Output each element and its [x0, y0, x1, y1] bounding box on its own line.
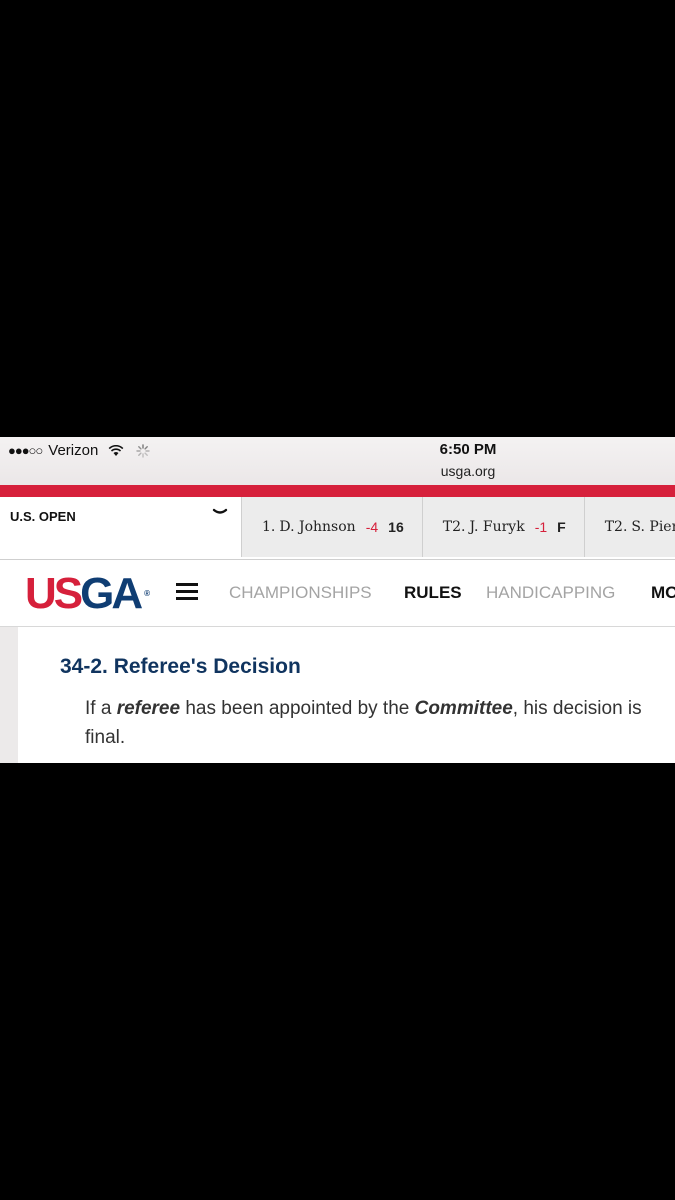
- usga-logo[interactable]: USGA ®: [25, 572, 150, 616]
- player-name: S. Piercy: [631, 519, 675, 535]
- player-position: T2.: [604, 519, 628, 535]
- status-bar: ●●●○○ Verizon 6:50 PM usga.org: [0, 437, 675, 485]
- player-name: D. Johnson: [279, 519, 356, 535]
- rule-body: If a referee has been appointed by the C…: [85, 694, 655, 752]
- event-name: U.S. OPEN: [10, 509, 76, 524]
- hamburger-menu-icon[interactable]: [176, 583, 198, 601]
- leaderboard-list: 1. D. Johnson -4 16 T2. J. Furyk -1 F T2…: [241, 497, 675, 559]
- player-thru: F: [557, 519, 566, 535]
- rule-content: 34-2. Referee's Decision If a referee ha…: [0, 627, 675, 763]
- nav-championships[interactable]: CHAMPIONSHIPS: [229, 583, 372, 603]
- chevron-down-icon: [212, 508, 228, 514]
- rule-text-b: has been appointed by the: [180, 698, 415, 719]
- main-navigation: USGA ® CHAMPIONSHIPS RULES HANDICAPPING M…: [0, 560, 675, 627]
- player-position: 1.: [262, 519, 276, 535]
- rule-heading: 34-2. Referee's Decision: [60, 655, 301, 678]
- rule-text-a: If a: [85, 698, 117, 719]
- brand-accent-bar: [0, 485, 675, 497]
- nav-more[interactable]: MO: [651, 583, 675, 603]
- leaderboard-entry[interactable]: T2. S. Piercy -1: [583, 497, 675, 557]
- player-to-par: -1: [534, 519, 548, 535]
- leaderboard-entry[interactable]: T2. J. Furyk -1 F: [421, 497, 584, 557]
- player-to-par: -4: [365, 519, 379, 535]
- browser-screenshot: ●●●○○ Verizon 6:50 PM usga.org U.S. OPEN…: [0, 437, 675, 763]
- player-name: J. Furyk: [469, 519, 525, 535]
- content-side-rail: [0, 627, 18, 763]
- logo-text-blue: GA: [80, 569, 143, 618]
- registered-mark: ®: [144, 589, 151, 598]
- player-thru: 16: [388, 519, 404, 535]
- clock: 6:50 PM: [439, 441, 497, 458]
- leaderboard-entry[interactable]: 1. D. Johnson -4 16: [241, 497, 422, 557]
- nav-handicapping[interactable]: HANDICAPPING: [486, 583, 615, 603]
- nav-rules[interactable]: RULES: [404, 583, 462, 603]
- logo-text-red: US: [25, 569, 83, 618]
- defined-term-referee[interactable]: referee: [117, 698, 180, 719]
- leaderboard-strip: U.S. OPEN 1. D. Johnson -4 16 T2. J. Fur…: [0, 497, 675, 560]
- player-position: T2.: [442, 519, 466, 535]
- defined-term-committee[interactable]: Committee: [415, 698, 513, 719]
- address-bar-url[interactable]: usga.org: [0, 463, 675, 479]
- event-selector[interactable]: U.S. OPEN: [0, 497, 241, 559]
